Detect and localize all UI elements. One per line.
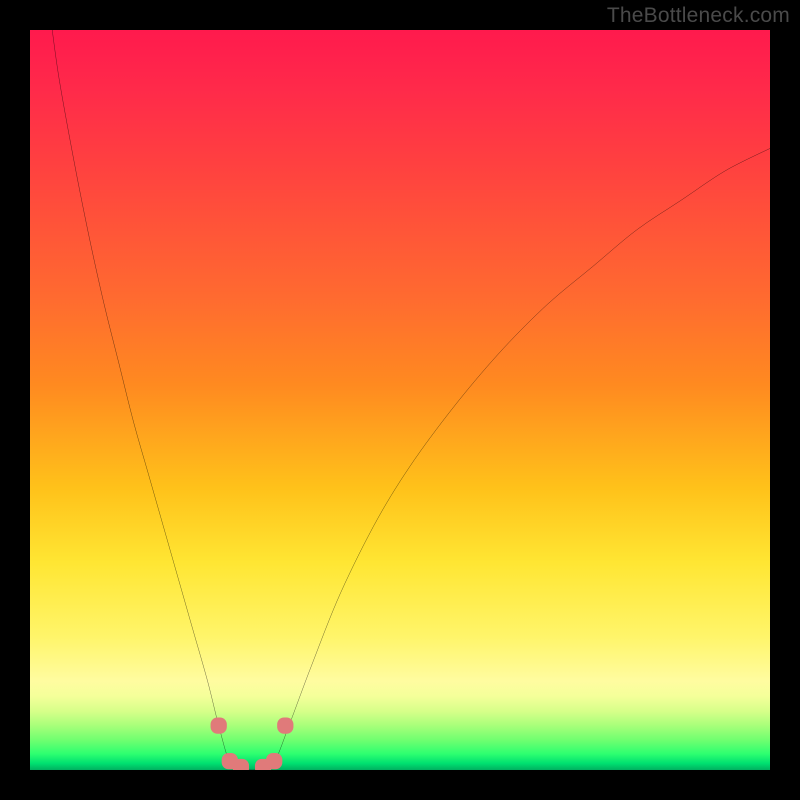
chart-frame: TheBottleneck.com	[0, 0, 800, 800]
trough-marker	[277, 717, 293, 733]
trough-marker	[211, 717, 227, 733]
trough-marker	[266, 753, 282, 769]
bottleneck-curve	[52, 30, 770, 770]
plot-area	[30, 30, 770, 770]
curve-path	[52, 30, 770, 770]
curve-layer	[30, 30, 770, 770]
watermark-text: TheBottleneck.com	[607, 4, 790, 28]
trough-markers	[211, 717, 294, 770]
trough-marker	[233, 759, 249, 770]
